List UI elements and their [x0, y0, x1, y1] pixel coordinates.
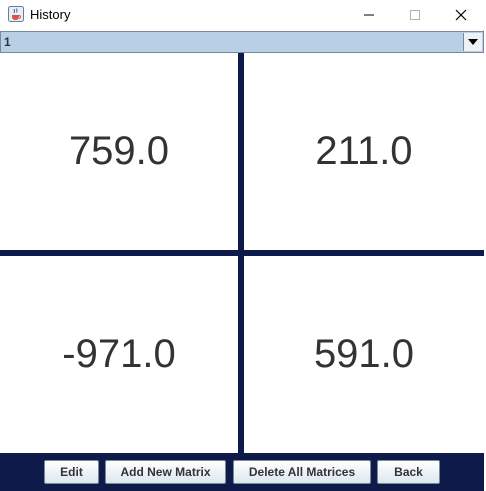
dropdown-arrow-button[interactable] — [463, 33, 482, 51]
matrix-cell-r2c2: 591.0 — [244, 256, 484, 453]
edit-button[interactable]: Edit — [44, 460, 99, 484]
delete-all-matrices-button[interactable]: Delete All Matrices — [233, 460, 371, 484]
chevron-down-icon — [468, 39, 478, 45]
button-bar: Edit Add New Matrix Delete All Matrices … — [0, 453, 484, 491]
matrix-selector-value: 1 — [4, 35, 11, 49]
matrix-cell-r1c2: 211.0 — [244, 53, 484, 250]
maximize-icon — [410, 10, 420, 20]
maximize-button[interactable] — [392, 0, 438, 30]
minimize-icon — [364, 14, 374, 16]
title-bar: History — [0, 0, 484, 30]
window-title: History — [30, 7, 71, 22]
minimize-button[interactable] — [346, 0, 392, 30]
history-window: History 1 759.0 211.0 -971.0 591.0 Edit … — [0, 0, 484, 491]
java-cup-icon — [8, 6, 24, 22]
matrix-cell-r1c1: 759.0 — [0, 53, 238, 250]
add-new-matrix-button[interactable]: Add New Matrix — [105, 460, 226, 484]
matrix-cell-r2c1: -971.0 — [0, 256, 238, 453]
close-button[interactable] — [438, 0, 484, 30]
close-icon — [455, 9, 467, 21]
back-button[interactable]: Back — [377, 460, 440, 484]
matrix-selector-dropdown[interactable]: 1 — [0, 31, 484, 53]
matrix-grid: 759.0 211.0 -971.0 591.0 — [0, 53, 484, 453]
